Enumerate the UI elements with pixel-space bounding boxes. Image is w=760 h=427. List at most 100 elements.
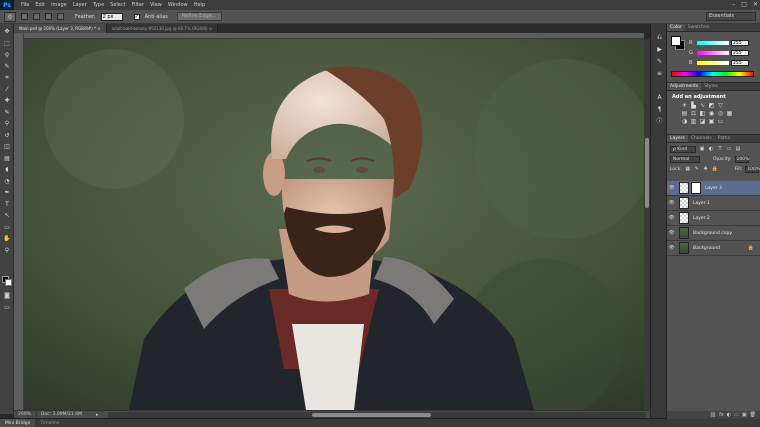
channel-mixer-icon[interactable]: ◎ — [717, 110, 724, 117]
menu-layer[interactable]: Layer — [70, 0, 90, 10]
type-tool-icon[interactable]: T — [2, 201, 12, 208]
actions-icon[interactable]: ▶ — [655, 46, 664, 54]
exposure-icon[interactable]: ◩ — [708, 102, 715, 109]
tab-channels[interactable]: Channels — [688, 135, 715, 142]
tab-swatches[interactable]: Swatches — [685, 24, 713, 31]
visibility-eye-icon[interactable]: 👁 — [667, 230, 676, 236]
photo-filter-icon[interactable]: ◉ — [708, 110, 715, 117]
layer-mask-thumbnail[interactable] — [691, 182, 701, 194]
type-filter-icon[interactable]: T — [717, 146, 723, 152]
layer-row[interactable]: 👁 Layer 1 — [667, 196, 760, 211]
tab-color[interactable]: Color — [667, 24, 685, 31]
menu-select[interactable]: Select — [107, 0, 128, 10]
layer-row[interactable]: 👁 Layer 2 — [667, 211, 760, 226]
selective-color-icon[interactable]: ▣ — [708, 118, 715, 125]
shape-filter-icon[interactable]: ▭ — [726, 146, 732, 152]
zoom-level[interactable]: 200% — [14, 412, 36, 417]
gradient-tool-icon[interactable]: ▤ — [2, 155, 12, 162]
horizontal-scrollbar[interactable] — [108, 411, 646, 418]
fx-icon[interactable]: fx — [719, 412, 724, 418]
red-value-input[interactable]: 255 — [731, 39, 749, 46]
visibility-eye-icon[interactable]: 👁 — [667, 185, 676, 191]
menu-view[interactable]: View — [147, 0, 165, 10]
clone-stamp-icon[interactable]: ⚲ — [2, 120, 12, 127]
properties-icon[interactable]: ≡ — [655, 70, 664, 78]
menu-type[interactable]: Type — [90, 0, 107, 10]
red-slider[interactable] — [697, 40, 729, 45]
menu-edit[interactable]: Edit — [32, 0, 48, 10]
refine-edge-button[interactable]: Refine Edge... — [176, 12, 222, 21]
menu-filter[interactable]: Filter — [129, 0, 147, 10]
dodge-tool-icon[interactable]: ◔ — [2, 178, 12, 185]
healing-brush-icon[interactable]: ✚ — [2, 97, 12, 104]
levels-icon[interactable]: ▙ — [690, 102, 697, 109]
blend-mode-select[interactable]: Normal — [670, 155, 700, 163]
vibrance-icon[interactable]: ▽ — [717, 102, 724, 109]
delete-layer-icon[interactable]: 🗑 — [750, 412, 756, 418]
invert-icon[interactable]: ◑ — [681, 118, 688, 125]
hand-tool-icon[interactable]: ✋ — [2, 235, 12, 242]
screen-mode-icon[interactable]: ▭ — [2, 304, 12, 311]
tab-mini-bridge[interactable]: Mini Bridge — [0, 419, 36, 427]
tab-main-psd[interactable]: Main.psd @ 200% (Layer 3, RGB/8#) * × — [14, 24, 107, 33]
history-brush-icon[interactable]: ↺ — [2, 132, 12, 139]
quick-select-tool-icon[interactable]: ✎ — [2, 63, 12, 70]
pixel-filter-icon[interactable]: ▣ — [699, 146, 705, 152]
layer-kind-filter[interactable]: ρ Kind — [670, 145, 696, 153]
tab-adult-bald-beauty[interactable]: adult-bald-beauty-952130.jpg @ 66.7% (RG… — [106, 24, 219, 33]
tab-styles[interactable]: Styles — [701, 83, 721, 90]
tab-timeline[interactable]: Timeline — [35, 419, 64, 427]
color-lookup-icon[interactable]: ▦ — [726, 110, 733, 117]
menu-image[interactable]: Image — [48, 0, 70, 10]
history-icon[interactable]: ⎌ — [655, 34, 664, 42]
path-select-icon[interactable]: ↖ — [2, 212, 12, 219]
lock-image-icon[interactable]: ✎ — [694, 166, 700, 172]
panel-foreground-swatch[interactable] — [671, 36, 681, 46]
green-value-input[interactable]: 255 — [731, 49, 749, 56]
eraser-tool-icon[interactable]: ◫ — [2, 143, 12, 150]
vertical-scroll-thumb[interactable] — [645, 138, 649, 208]
layer-row[interactable]: 👁 Background copy — [667, 226, 760, 241]
brightness-contrast-icon[interactable]: ☀ — [681, 102, 688, 109]
smart-object-filter-icon[interactable]: ▤ — [735, 146, 741, 152]
menu-help[interactable]: Help — [191, 0, 208, 10]
blue-slider[interactable] — [697, 60, 729, 65]
tab-layers[interactable]: Layers — [667, 135, 688, 142]
color-spectrum-ramp[interactable] — [671, 71, 754, 77]
move-tool-icon[interactable]: ✥ — [2, 28, 12, 35]
visibility-eye-icon[interactable]: 👁 — [667, 215, 676, 221]
lasso-tool-icon[interactable]: ϙ — [2, 51, 12, 58]
menu-file[interactable]: File — [18, 0, 32, 10]
layer-row[interactable]: 👁 Layer 3 — [667, 181, 760, 196]
brush-tool-icon[interactable]: ✎ — [2, 109, 12, 116]
tab-paths[interactable]: Paths — [715, 135, 733, 142]
add-mask-icon[interactable]: ◐ — [727, 412, 731, 418]
quick-mask-icon[interactable]: ◙ — [2, 292, 12, 299]
antialias-checkbox[interactable]: ✓ — [133, 13, 140, 20]
pen-tool-icon[interactable]: ✒ — [2, 189, 12, 196]
shape-tool-icon[interactable]: ▭ — [2, 224, 12, 231]
tab-adjustments[interactable]: Adjustments — [667, 83, 702, 90]
character-icon[interactable]: A — [655, 94, 664, 102]
eyedropper-tool-icon[interactable]: ⁄ — [2, 86, 12, 93]
layer-row[interactable]: 👁 Background 🔒 — [667, 241, 760, 256]
green-slider[interactable] — [697, 50, 729, 55]
crop-tool-icon[interactable]: ⌗ — [2, 74, 12, 81]
black-white-icon[interactable]: ◧ — [699, 110, 706, 117]
menu-window[interactable]: Window — [165, 0, 191, 10]
info-icon[interactable]: ⓘ — [655, 118, 664, 126]
threshold-icon[interactable]: ◪ — [699, 118, 706, 125]
adjustment-filter-icon[interactable]: ◐ — [708, 146, 714, 152]
lock-all-icon[interactable]: 🔒 — [712, 166, 718, 172]
background-color-swatch[interactable] — [5, 279, 12, 286]
workspace-select[interactable]: Essentials — [706, 12, 756, 21]
maximize-button[interactable]: □ — [741, 0, 747, 10]
zoom-tool-icon[interactable]: ⚲ — [2, 247, 12, 254]
hue-saturation-icon[interactable]: ▤ — [681, 110, 688, 117]
new-group-icon[interactable]: ▭ — [734, 412, 739, 418]
blue-value-input[interactable]: 255 — [731, 59, 749, 66]
document-canvas[interactable] — [24, 39, 644, 410]
lasso-icon[interactable]: ϙ — [4, 11, 16, 22]
close-button[interactable]: ✕ — [753, 0, 758, 10]
new-layer-icon[interactable]: ▣ — [742, 412, 747, 418]
